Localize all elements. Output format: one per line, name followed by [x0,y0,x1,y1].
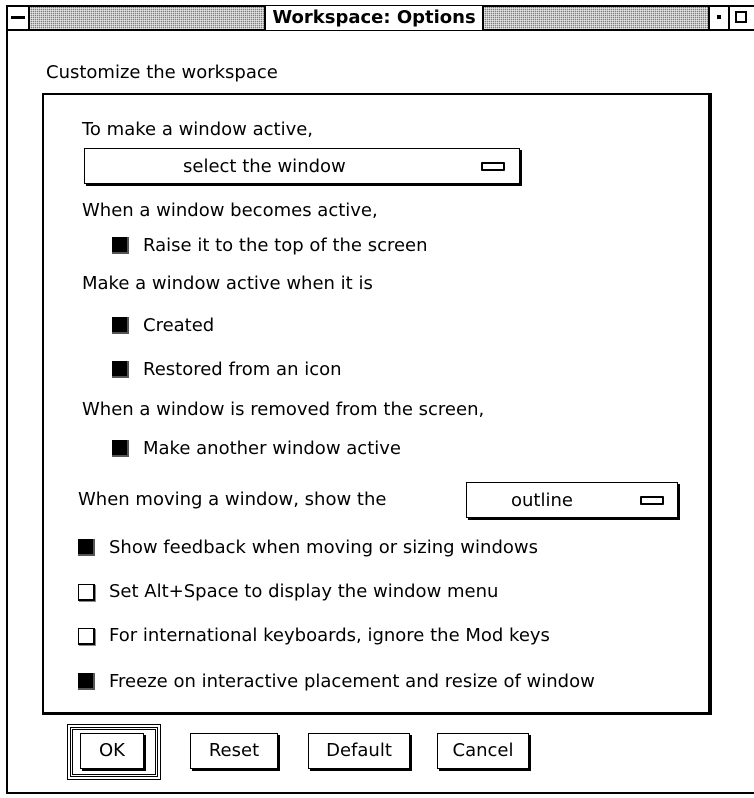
intl-keyboard-checkbox[interactable] [78,628,95,645]
another-active-checkbox[interactable] [112,440,129,457]
reset-button[interactable]: Reset [190,733,278,769]
feedback-label: Show feedback when moving or sizing wind… [109,537,538,558]
moving-feedback-select[interactable]: outline [466,482,678,518]
moving-feedback-value: outline [511,490,573,511]
created-label: Created [143,315,215,336]
moving-label: When moving a window, show the [78,489,387,510]
maximize-button[interactable] [730,7,754,29]
altspace-checkbox[interactable] [78,584,95,601]
freeze-label: Freeze on interactive placement and resi… [109,671,595,692]
title-bar[interactable]: Workspace: Options [6,5,754,31]
dialog-heading: Customize the workspace [46,62,278,83]
workspace-options-dialog: Workspace: Options Customize the workspa… [0,0,754,798]
window-menu-button[interactable] [8,7,30,29]
feedback-checkbox[interactable] [78,539,95,556]
activate-method-value: select the window [183,156,346,177]
make-active-when-label: Make a window active when it is [82,273,373,294]
ok-button[interactable]: OK [80,733,144,769]
window-bottom-border [6,792,754,794]
intl-keyboard-label: For international keyboards, ignore the … [109,625,550,646]
cancel-button[interactable]: Cancel [437,733,529,769]
altspace-label: Set Alt+Space to display the window menu [109,581,499,602]
restored-checkbox[interactable] [112,361,129,378]
created-checkbox[interactable] [112,317,129,334]
raise-window-label: Raise it to the top of the screen [143,235,428,256]
minimize-button[interactable] [708,7,730,29]
default-button[interactable]: Default [308,733,410,769]
raise-window-checkbox[interactable] [112,237,129,254]
removed-label: When a window is removed from the screen… [82,399,485,420]
restored-label: Restored from an icon [143,359,342,380]
option-menu-icon [481,162,505,171]
option-menu-icon [640,496,664,505]
becomes-active-label: When a window becomes active, [82,200,378,221]
freeze-checkbox[interactable] [78,673,95,690]
window-title: Workspace: Options [264,6,484,30]
activate-method-select[interactable]: select the window [84,148,520,184]
activate-label: To make a window active, [82,119,314,140]
another-active-label: Make another window active [143,438,401,459]
